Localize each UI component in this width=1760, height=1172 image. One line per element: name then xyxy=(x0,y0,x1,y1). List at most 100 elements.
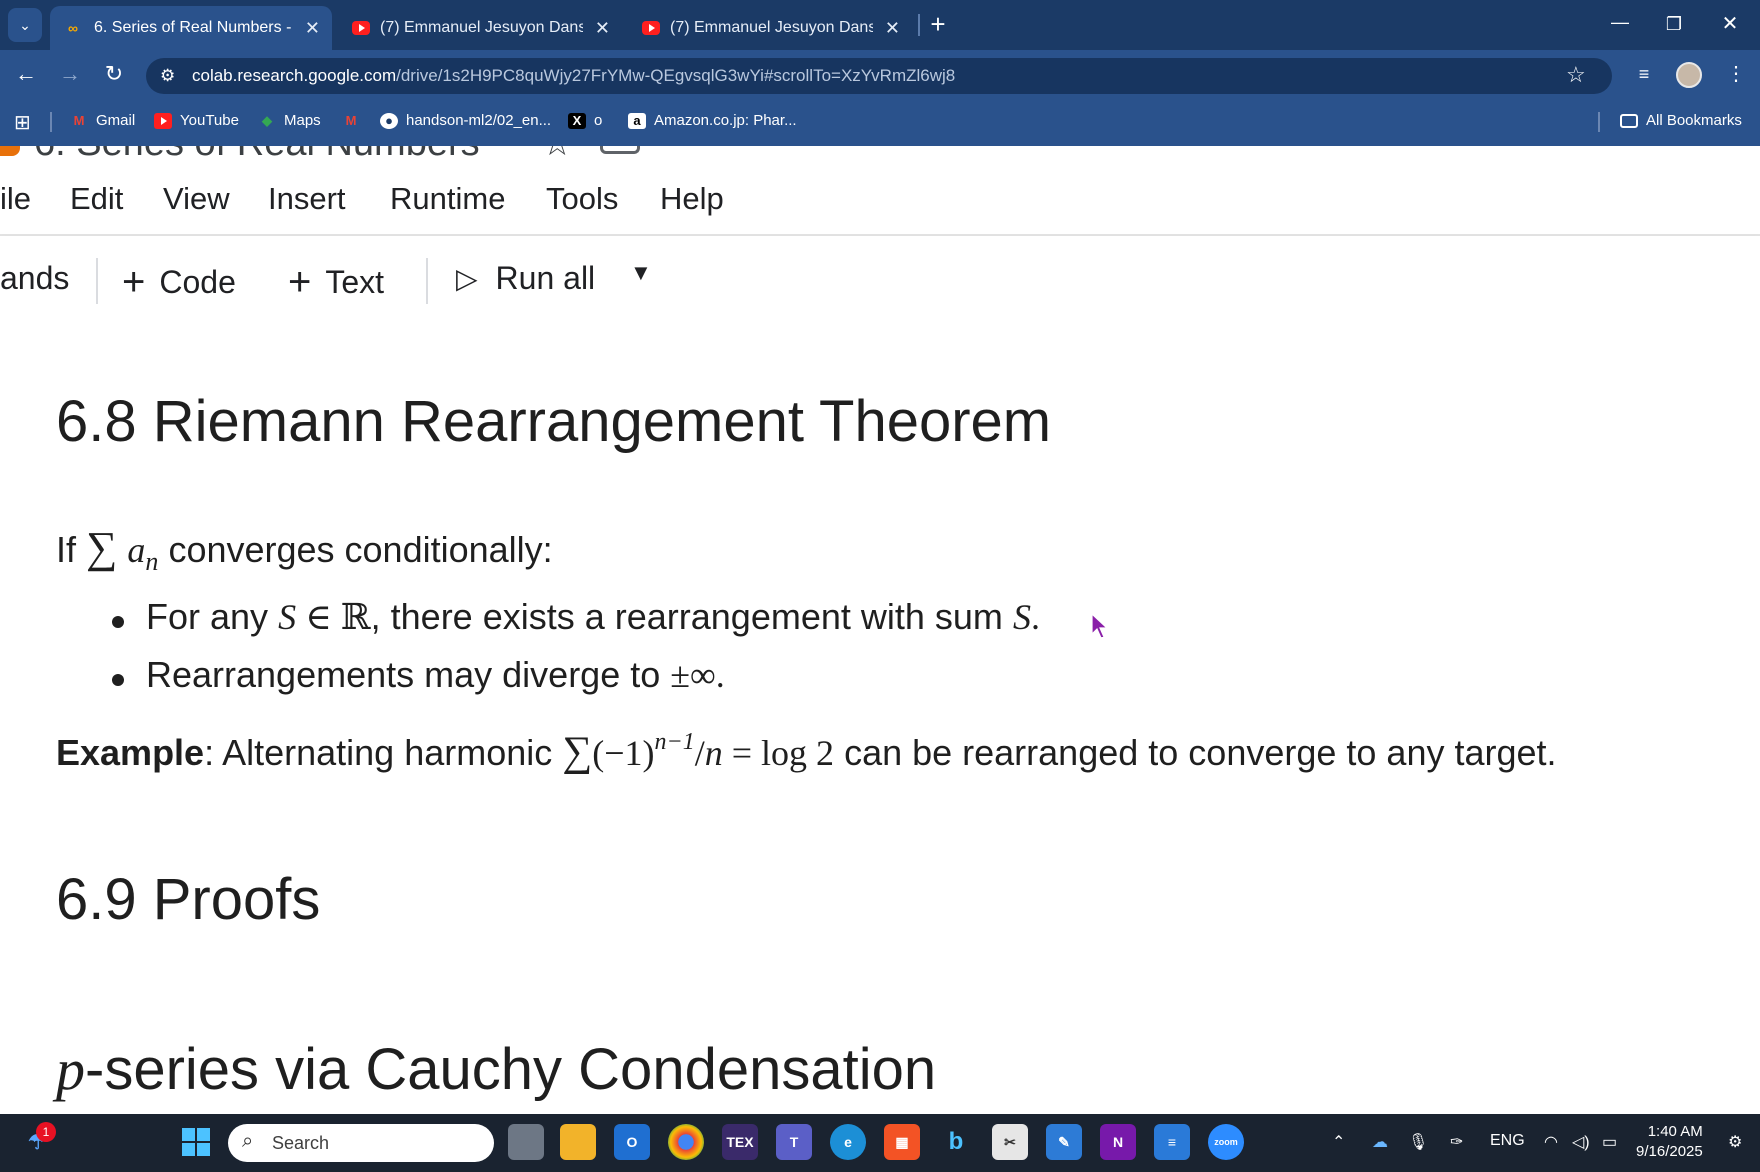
minimize-button[interactable]: — xyxy=(1606,8,1634,36)
colab-menubar: 6. Series of Real Numbers ☆ xyxy=(0,146,1760,236)
menu-runtime[interactable]: Runtime xyxy=(390,181,505,217)
notepad-icon[interactable]: ≡ xyxy=(1154,1124,1190,1160)
taskbar-search[interactable]: ⌕ Search xyxy=(228,1124,494,1162)
edge-icon[interactable]: e xyxy=(830,1124,866,1160)
bullet-dot xyxy=(112,616,124,628)
x-icon: X xyxy=(568,112,586,129)
example-paragraph: Example: Alternating harmonic ∑(−1)n−1/n… xyxy=(56,729,1557,775)
bullet-item-1: For any S ∈ ℝ, there exists a rearrangem… xyxy=(146,596,1040,637)
bookmark-divider xyxy=(1598,112,1600,132)
amazon-icon: a xyxy=(628,112,646,129)
notification-badge: 1 xyxy=(36,1122,56,1142)
bookmark-amazon[interactable]: a Amazon.co.jp: Phar... xyxy=(628,112,797,129)
menu-file[interactable]: ile xyxy=(0,181,31,217)
start-button[interactable] xyxy=(178,1124,214,1160)
bookmark-youtube[interactable]: YouTube xyxy=(154,112,239,129)
run-all-button[interactable]: ▷ Run all xyxy=(456,260,595,297)
menu-help[interactable]: Help xyxy=(660,181,724,217)
onedrive-icon[interactable]: ☁ xyxy=(1372,1132,1388,1152)
math-s: S xyxy=(1012,597,1031,637)
bookmark-gmail-2[interactable]: M xyxy=(342,112,368,128)
tray-overflow-icon[interactable]: ⌃ xyxy=(1332,1132,1345,1152)
restore-button[interactable]: ❐ xyxy=(1660,10,1688,38)
outlook-icon[interactable]: O xyxy=(614,1124,650,1160)
section-heading-riemann: 6.8 Riemann Rearrangement Theorem xyxy=(56,389,1052,454)
close-icon[interactable]: ✕ xyxy=(885,18,900,39)
notification-center-icon[interactable]: ⚙ xyxy=(1728,1132,1742,1152)
pen-icon[interactable]: ✑ xyxy=(1450,1132,1463,1152)
run-all-dropdown[interactable]: ▼ xyxy=(630,260,652,286)
star-notebook-icon[interactable]: ☆ xyxy=(542,146,572,164)
close-icon[interactable]: ✕ xyxy=(595,18,610,39)
reload-icon[interactable]: ↻ xyxy=(100,60,128,88)
file-explorer-icon[interactable] xyxy=(560,1124,596,1160)
back-icon[interactable]: ← xyxy=(12,60,40,88)
folder-icon xyxy=(1620,113,1638,128)
volume-icon[interactable]: ◁) xyxy=(1572,1132,1590,1152)
system-clock[interactable]: 1:40 AM 9/16/2025 xyxy=(1636,1122,1703,1162)
zoom-icon[interactable]: zoom xyxy=(1208,1124,1244,1160)
tab-youtube-1[interactable]: (7) Emmanuel Jesuyon Dansu - ✕ xyxy=(340,6,622,50)
bookmark-maps[interactable]: ◆ Maps xyxy=(258,112,321,129)
gmail-icon: M xyxy=(345,112,357,128)
bookmark-gmail[interactable]: M Gmail xyxy=(70,112,136,129)
youtube-icon xyxy=(154,112,172,129)
all-bookmarks-button[interactable]: All Bookmarks xyxy=(1620,112,1742,129)
close-window-button[interactable]: ✕ xyxy=(1716,10,1744,38)
notebook-title[interactable]: 6. Series of Real Numbers xyxy=(34,146,480,165)
colab-logo-fragment xyxy=(0,146,20,156)
colab-icon: ∞ xyxy=(68,20,78,36)
wifi-icon[interactable]: ◠ xyxy=(1544,1132,1558,1152)
tab-colab[interactable]: ∞ 6. Series of Real Numbers - Col ✕ xyxy=(50,6,332,50)
profile-avatar[interactable] xyxy=(1676,62,1702,88)
whiteboard-icon[interactable]: ✎ xyxy=(1046,1124,1082,1160)
new-tab-button[interactable]: + xyxy=(924,10,952,38)
youtube-icon xyxy=(642,21,660,35)
bookmark-divider xyxy=(50,112,52,132)
add-text-button[interactable]: + Text xyxy=(288,260,384,305)
language-indicator[interactable]: ENG xyxy=(1490,1132,1525,1150)
math-alternating-harmonic: ∑(−1)n−1/n = log 2 xyxy=(562,729,835,775)
windows-logo-icon xyxy=(182,1128,210,1156)
close-icon[interactable]: ✕ xyxy=(305,18,320,39)
math-s-in-r: S xyxy=(278,597,297,637)
menu-insert[interactable]: Insert xyxy=(268,181,346,217)
math-p: p xyxy=(56,1037,85,1102)
media-control-icon[interactable]: ≡ xyxy=(1630,60,1658,88)
youtube-icon xyxy=(352,21,370,35)
apps-grid-icon[interactable]: ⊞ xyxy=(14,110,31,135)
bookmark-github[interactable]: ● handson-ml2/02_en... xyxy=(380,112,551,129)
add-code-button[interactable]: + Code xyxy=(122,260,236,305)
tab-youtube-2[interactable]: (7) Emmanuel Jesuyon Dansu - ✕ xyxy=(630,6,912,50)
task-view-icon[interactable] xyxy=(508,1124,544,1160)
bookmark-x[interactable]: Xo xyxy=(568,112,602,129)
math-plus-minus-infinity: ±∞. xyxy=(670,655,725,695)
menu-edit[interactable]: Edit xyxy=(70,181,123,217)
battery-icon[interactable]: ▭ xyxy=(1602,1132,1617,1152)
forward-icon[interactable]: → xyxy=(56,60,84,88)
store-icon[interactable]: ▦ xyxy=(884,1124,920,1160)
action-divider xyxy=(426,258,428,304)
browser-menu-icon[interactable]: ⋮ xyxy=(1722,60,1750,88)
snipping-tool-icon[interactable]: ✂ xyxy=(992,1124,1028,1160)
maps-icon: ◆ xyxy=(262,112,272,128)
commands-button[interactable]: ands xyxy=(0,260,69,297)
menu-view[interactable]: View xyxy=(163,181,230,217)
plus-icon: + xyxy=(122,260,146,304)
site-info-icon[interactable]: ⚙ xyxy=(160,66,175,86)
section-heading-p-series: p-series via Cauchy Condensation xyxy=(56,1037,937,1102)
tab-divider xyxy=(918,14,920,36)
tab-strip: ⌄ ∞ 6. Series of Real Numbers - Col ✕ (7… xyxy=(0,0,1760,50)
onenote-icon[interactable]: N xyxy=(1100,1124,1136,1160)
math-a-n: an xyxy=(127,530,159,576)
microphone-icon[interactable]: 🎙 xyxy=(1408,1132,1428,1152)
bookmark-star-icon[interactable]: ☆ xyxy=(1566,62,1586,88)
gmail-icon: M xyxy=(73,113,85,128)
tex-icon[interactable]: TEX xyxy=(722,1124,758,1160)
teams-icon[interactable]: T xyxy=(776,1124,812,1160)
chrome-icon[interactable] xyxy=(668,1124,704,1160)
drive-icon[interactable] xyxy=(600,146,640,154)
bing-icon[interactable]: b xyxy=(938,1124,974,1160)
menu-tools[interactable]: Tools xyxy=(546,181,618,217)
tab-search-button[interactable]: ⌄ xyxy=(8,8,42,42)
